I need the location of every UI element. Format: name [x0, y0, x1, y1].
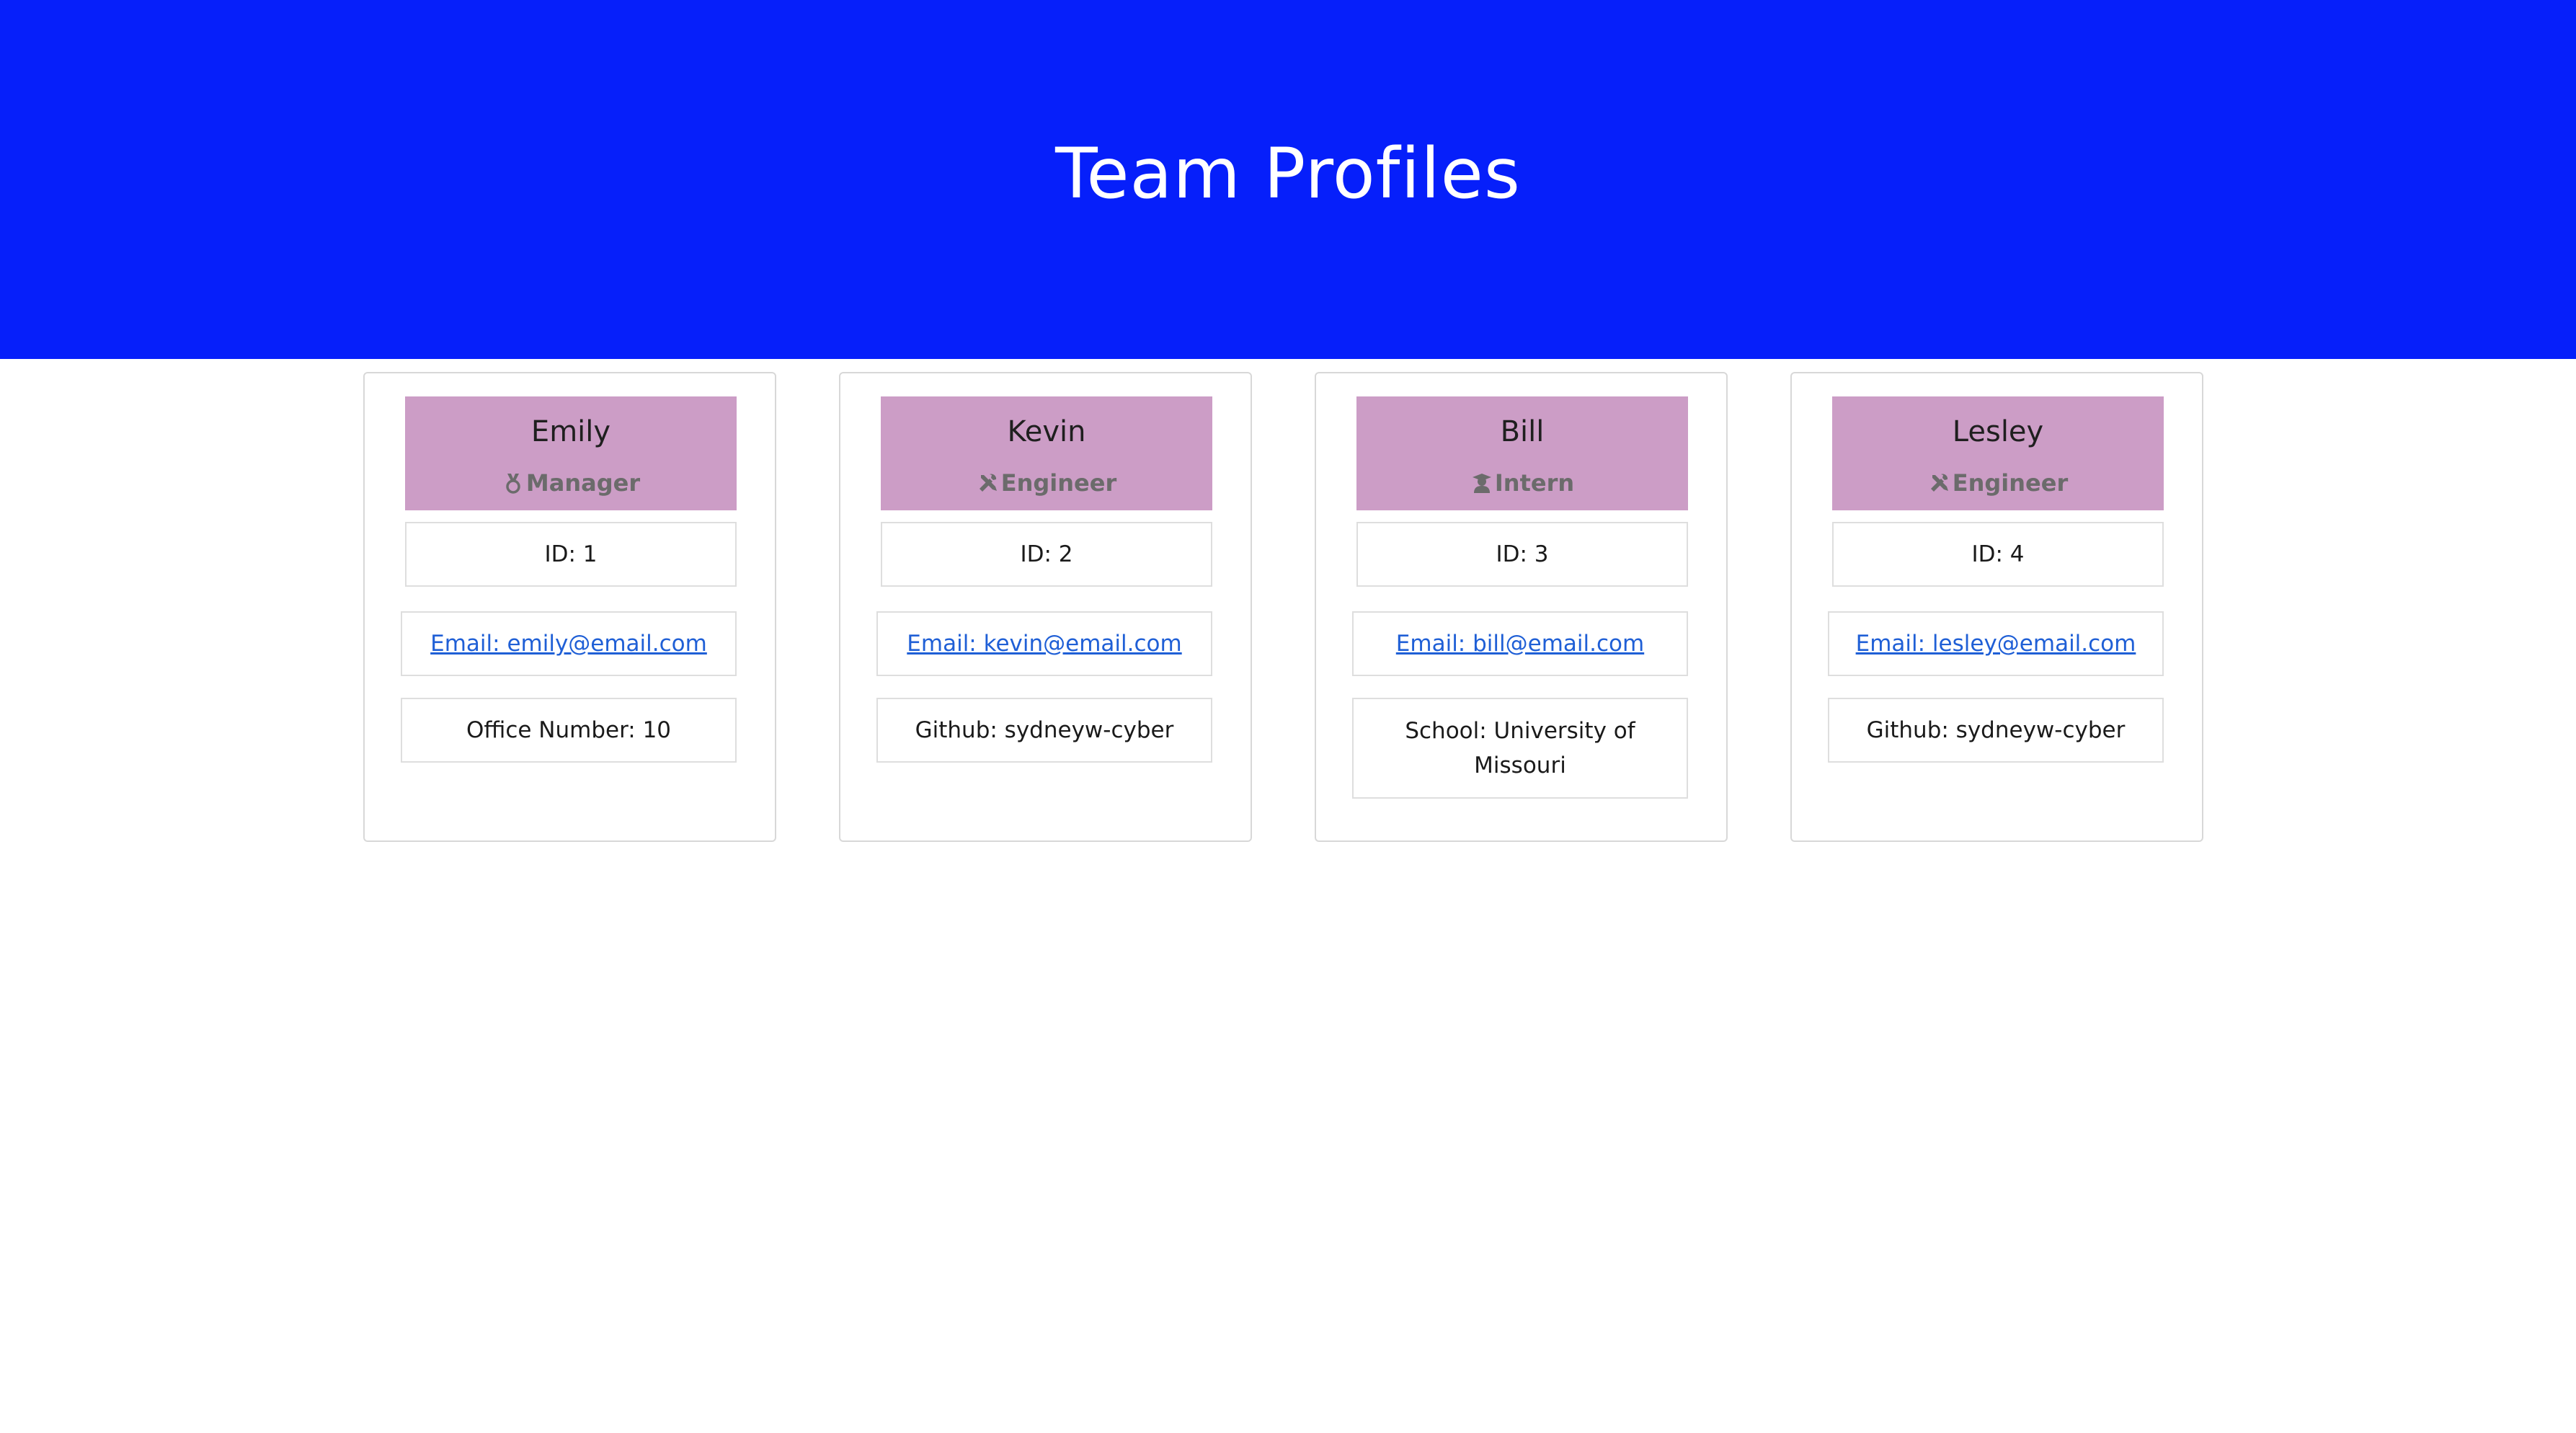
team-card-lesley: Lesley Engineer ID: 4 Email: lesley@emai… — [1790, 372, 2203, 842]
page-header: Team Profiles — [0, 0, 2576, 359]
member-name: Bill — [1500, 415, 1545, 448]
team-card-bill: Bill Intern ID: 3 Email: bill@email.com … — [1315, 372, 1728, 842]
member-email-box: Email: kevin@email.com — [876, 611, 1212, 676]
role-label: Engineer — [1952, 469, 2069, 497]
email-link[interactable]: Email: emily@email.com — [430, 626, 707, 661]
email-link[interactable]: Email: bill@email.com — [1396, 626, 1644, 661]
tools-icon — [1930, 474, 1948, 492]
card-header: Kevin Engineer — [881, 396, 1212, 510]
team-card-kevin: Kevin Engineer ID: 2 Email: kevin@email.… — [839, 372, 1252, 842]
member-role: Manager — [405, 467, 737, 499]
role-label: Manager — [525, 469, 641, 497]
member-email-box: Email: bill@email.com — [1352, 611, 1688, 676]
page-title: Team Profiles — [1055, 133, 1521, 214]
member-name: Lesley — [1952, 415, 2044, 448]
member-name: Emily — [530, 415, 611, 448]
medal-icon — [506, 474, 520, 494]
card-header: Bill Intern — [1356, 396, 1688, 510]
role-label: Engineer — [1000, 469, 1117, 497]
team-card-emily: Emily Manager ID: 1 Email: emily@email.c… — [363, 372, 776, 842]
card-header: Emily Manager — [405, 396, 737, 510]
member-id: ID: 2 — [881, 522, 1212, 587]
member-email-box: Email: lesley@email.com — [1828, 611, 2164, 676]
member-github: Github: sydneyw-cyber — [876, 698, 1212, 763]
member-school: School: University of Missouri — [1352, 698, 1688, 799]
graduate-icon — [1472, 474, 1491, 493]
member-office-number: Office Number: 10 — [401, 698, 737, 763]
member-id: ID: 3 — [1356, 522, 1688, 587]
tools-icon — [979, 474, 997, 492]
role-label: Intern — [1494, 469, 1575, 497]
member-id: ID: 1 — [405, 522, 737, 587]
member-role: Engineer — [881, 467, 1212, 499]
email-link[interactable]: Email: lesley@email.com — [1856, 626, 2136, 661]
member-email-box: Email: emily@email.com — [401, 611, 737, 676]
member-role: Intern — [1356, 467, 1688, 499]
member-role: Engineer — [1832, 467, 2164, 499]
email-link[interactable]: Email: kevin@email.com — [907, 626, 1181, 661]
member-github: Github: sydneyw-cyber — [1828, 698, 2164, 763]
card-header: Lesley Engineer — [1832, 396, 2164, 510]
member-id: ID: 4 — [1832, 522, 2164, 587]
member-name: Kevin — [1007, 415, 1086, 448]
